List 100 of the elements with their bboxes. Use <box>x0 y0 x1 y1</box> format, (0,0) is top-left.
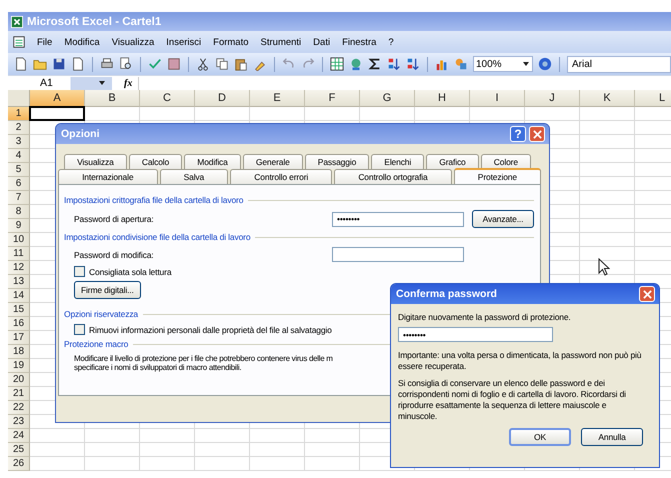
close-button[interactable] <box>529 126 545 142</box>
tab[interactable]: Colore <box>480 154 531 169</box>
tab[interactable]: Grafico <box>426 154 479 169</box>
menu-item[interactable]: Strumenti <box>256 36 306 48</box>
row-header[interactable]: 1 <box>8 107 30 121</box>
row-header[interactable]: 9 <box>8 219 30 233</box>
column-header[interactable]: I <box>470 90 525 107</box>
row-header[interactable]: 2 <box>8 121 30 135</box>
printer-icon[interactable] <box>100 57 114 71</box>
tab[interactable]: Visualizza <box>64 154 127 169</box>
magnifier-icon[interactable] <box>119 57 133 71</box>
row-header[interactable]: 12 <box>8 261 30 275</box>
advanced-button[interactable]: Avanzate... <box>472 210 534 228</box>
column-header[interactable]: A <box>30 90 85 107</box>
row-header[interactable]: 23 <box>8 415 30 429</box>
row-header[interactable]: 4 <box>8 149 30 163</box>
field-label: Password di apertura: <box>74 214 155 224</box>
row-header[interactable]: 22 <box>8 401 30 415</box>
tab[interactable]: Calcolo <box>128 154 182 169</box>
menu-item[interactable]: Finestra <box>337 36 382 48</box>
column-header[interactable]: C <box>140 90 195 107</box>
row-header[interactable]: 6 <box>8 177 30 191</box>
row-header[interactable]: 19 <box>8 359 30 373</box>
shapes-icon[interactable] <box>454 57 468 71</box>
font-field[interactable]: Arial <box>567 56 671 72</box>
row-header[interactable]: 20 <box>8 373 30 387</box>
cancel-button[interactable]: Annulla <box>581 428 643 446</box>
tab[interactable]: Protezione <box>454 168 542 184</box>
digital-signatures-button[interactable]: Firme digitali... <box>74 281 141 299</box>
check-icon[interactable] <box>148 57 162 71</box>
copy-icon[interactable] <box>215 57 229 71</box>
document-icon[interactable] <box>12 35 26 49</box>
row-header[interactable]: 25 <box>8 443 30 457</box>
row-header[interactable]: 8 <box>8 205 30 219</box>
column-header[interactable]: F <box>305 90 360 107</box>
tab[interactable]: Internazionale <box>58 169 158 184</box>
section-heading: Impostazioni condivisione file della cartella di lavoro <box>64 232 250 242</box>
close-button[interactable] <box>639 286 655 302</box>
help-button[interactable]: ? <box>510 126 526 142</box>
menu-item[interactable]: File <box>32 36 58 48</box>
sort-icon[interactable] <box>387 57 401 71</box>
password-field[interactable]: •••••••• <box>398 327 553 342</box>
menu-item[interactable]: Visualizza <box>106 36 160 48</box>
ok-button[interactable]: OK <box>509 428 571 446</box>
row-header[interactable]: 16 <box>8 317 30 331</box>
checkbox[interactable] <box>74 266 85 277</box>
zoom-dropdown[interactable]: 100% <box>473 56 533 72</box>
document-icon[interactable] <box>71 57 85 71</box>
sort-icon[interactable] <box>406 57 420 71</box>
section-heading: Impostazioni crittografia file della cartella di lavoro <box>64 195 244 205</box>
row-header[interactable]: 26 <box>8 457 30 471</box>
clipboard-icon[interactable] <box>234 57 248 71</box>
menu-item[interactable]: Modifica <box>59 36 105 48</box>
row-header[interactable]: 10 <box>8 233 30 247</box>
column-header[interactable]: G <box>360 90 415 107</box>
row-header[interactable]: 11 <box>8 247 30 261</box>
caret-icon <box>522 60 530 68</box>
row-header[interactable]: 3 <box>8 135 30 149</box>
tab[interactable]: Passaggio <box>304 154 370 169</box>
tab[interactable]: Salva <box>160 169 228 184</box>
function-button[interactable]: fx <box>124 78 138 88</box>
checkbox[interactable] <box>74 324 85 335</box>
column-header[interactable]: E <box>250 90 305 107</box>
sigma-icon[interactable] <box>368 57 382 71</box>
menu-item[interactable]: Inserisci <box>161 36 206 48</box>
row-header[interactable]: 24 <box>8 429 30 443</box>
column-header[interactable]: J <box>525 90 580 107</box>
column-header[interactable]: K <box>580 90 635 107</box>
tab[interactable]: Generale <box>242 154 303 169</box>
row-header[interactable]: 5 <box>8 163 30 177</box>
row-header[interactable]: 14 <box>8 289 30 303</box>
column-header[interactable]: D <box>195 90 250 107</box>
tab[interactable]: Modifica <box>184 154 241 169</box>
selected-cell[interactable] <box>29 106 85 121</box>
row-header[interactable]: 7 <box>8 191 30 205</box>
folder-icon[interactable] <box>33 57 47 71</box>
help-icon[interactable] <box>538 57 552 71</box>
window-title: Microsoft Excel - Cartel1 <box>27 16 162 28</box>
column-header[interactable]: H <box>415 90 470 107</box>
row-header[interactable]: 18 <box>8 345 30 359</box>
row-header[interactable]: 21 <box>8 387 30 401</box>
mouse-cursor-icon <box>598 258 610 276</box>
scissors-icon[interactable] <box>196 57 210 71</box>
menu-item[interactable]: Formato <box>208 36 254 48</box>
row-header[interactable]: 13 <box>8 275 30 289</box>
column-header[interactable]: B <box>85 90 140 107</box>
document-icon[interactable] <box>14 57 28 71</box>
password-field[interactable]: •••••••• <box>332 212 464 226</box>
menu-item[interactable]: Dati <box>308 36 336 48</box>
column-header[interactable]: L <box>635 90 671 107</box>
grid-icon[interactable] <box>330 57 344 71</box>
note-text: Importante: una volta persa o dimenticata, la password non può più essere recuperata. <box>398 350 642 372</box>
checkbox-label: Consigliata sola lettura <box>89 266 172 276</box>
row-header[interactable]: 17 <box>8 331 30 345</box>
row-header[interactable]: 15 <box>8 303 30 317</box>
tab[interactable]: Controllo ortografia <box>334 169 452 184</box>
tab[interactable]: Controllo errori <box>230 169 332 184</box>
password-field[interactable] <box>332 247 464 262</box>
tab[interactable]: Elenchi <box>371 154 424 169</box>
menu-item[interactable]: ? <box>383 36 399 48</box>
